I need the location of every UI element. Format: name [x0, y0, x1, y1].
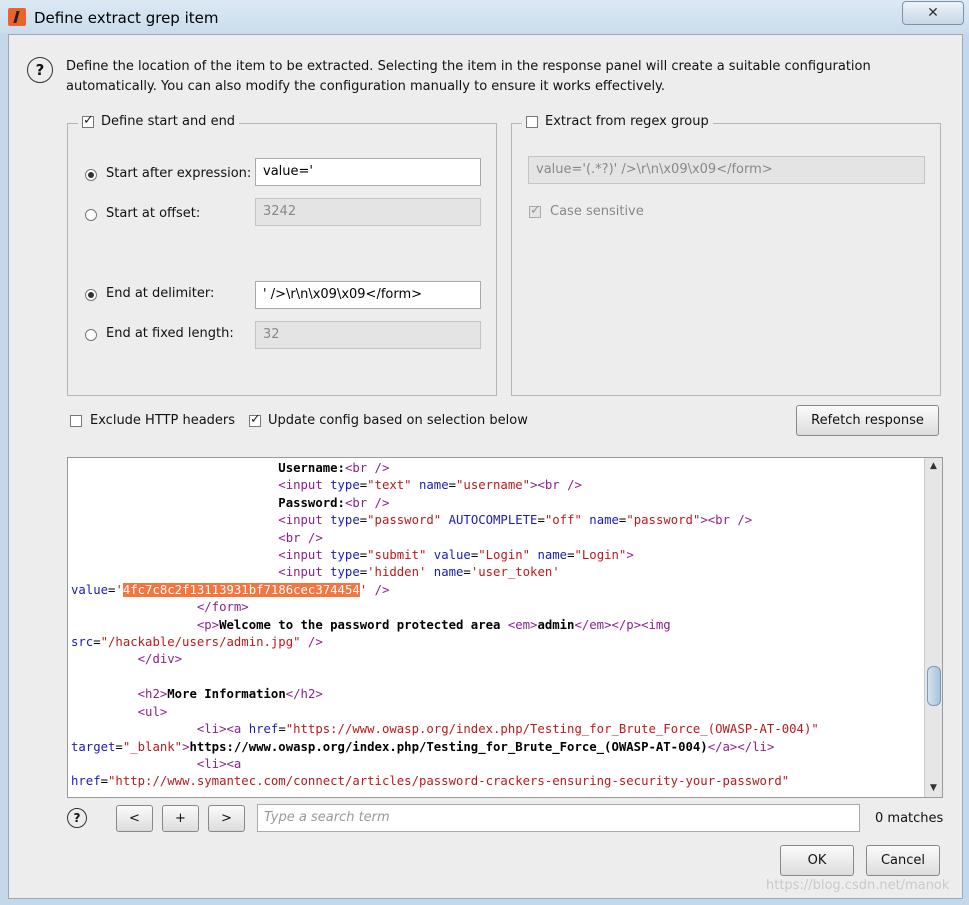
close-button[interactable]: ✕ — [902, 1, 964, 25]
title-bar: Define extract grep item ✕ — [0, 0, 969, 34]
next-match-button[interactable]: > — [208, 805, 245, 832]
exclude-headers-checkbox[interactable] — [70, 415, 82, 427]
regex-legend: Extract from regex group — [522, 114, 713, 129]
define-start-end-checkbox[interactable] — [82, 113, 94, 128]
search-input[interactable]: Type a search term — [257, 804, 860, 832]
start-offset-radio[interactable] — [85, 209, 97, 221]
start-after-label: Start after expression: — [106, 166, 252, 181]
description-text: Define the location of the item to be ex… — [66, 59, 871, 94]
dialog-body: ? Define the location of the item to be … — [8, 34, 963, 899]
watermark: https://blog.csdn.net/manok — [766, 878, 950, 893]
response-scrollbar[interactable]: ▲ ▼ — [924, 458, 942, 797]
matches-count: 0 matches — [875, 811, 944, 826]
end-delimiter-radio[interactable] — [85, 289, 97, 301]
regex-input[interactable]: value='(.*?)' />\r\n\x09\x09</form> — [528, 156, 925, 184]
update-config-checkbox[interactable] — [249, 412, 261, 427]
exclude-headers-label: Exclude HTTP headers — [90, 413, 236, 428]
prev-match-button[interactable]: < — [116, 805, 153, 832]
cancel-button[interactable]: Cancel — [866, 845, 940, 876]
end-fixed-radio[interactable] — [85, 329, 97, 341]
case-sensitive-label: Case sensitive — [550, 204, 644, 219]
add-button[interactable]: + — [162, 805, 199, 832]
scroll-thumb[interactable] — [927, 666, 941, 706]
window-title: Define extract grep item — [34, 9, 219, 27]
response-code[interactable]: Username:<br /> <input type="text" name=… — [71, 460, 921, 791]
refetch-response-button[interactable]: Refetch response — [796, 405, 939, 436]
extract-regex-label: Extract from regex group — [545, 114, 709, 129]
burp-app-icon — [8, 8, 26, 26]
update-config-label: Update config based on selection below — [268, 413, 528, 428]
end-delimiter-input[interactable]: ' />\r\n\x09\x09</form> — [255, 281, 481, 309]
case-sensitive-checkbox[interactable] — [529, 203, 541, 218]
start-offset-input[interactable]: 3242 — [255, 198, 481, 226]
start-after-radio[interactable] — [85, 169, 97, 181]
response-panel[interactable]: Username:<br /> <input type="text" name=… — [67, 457, 943, 798]
start-end-group: Define start and end Start after express… — [67, 113, 497, 396]
end-fixed-label: End at fixed length: — [106, 326, 234, 341]
selected-token-highlight: 4fc7c8c2f13113931bf7186cec374454 — [122, 582, 360, 597]
help-icon-small[interactable]: ? — [67, 808, 87, 828]
define-start-end-label: Define start and end — [101, 114, 236, 129]
scroll-down-icon[interactable]: ▼ — [925, 780, 942, 797]
extract-regex-checkbox[interactable] — [526, 115, 538, 128]
start-offset-label: Start at offset: — [106, 206, 201, 221]
start-after-input[interactable]: value=' — [255, 158, 481, 186]
scroll-up-icon[interactable]: ▲ — [925, 458, 942, 475]
start-end-legend: Define start and end — [78, 113, 240, 129]
help-icon[interactable]: ? — [27, 57, 53, 83]
regex-group: Extract from regex group value='(.*?)' /… — [511, 114, 941, 396]
end-fixed-input[interactable]: 32 — [255, 321, 481, 349]
end-delimiter-label: End at delimiter: — [106, 286, 215, 301]
ok-button[interactable]: OK — [780, 845, 854, 876]
